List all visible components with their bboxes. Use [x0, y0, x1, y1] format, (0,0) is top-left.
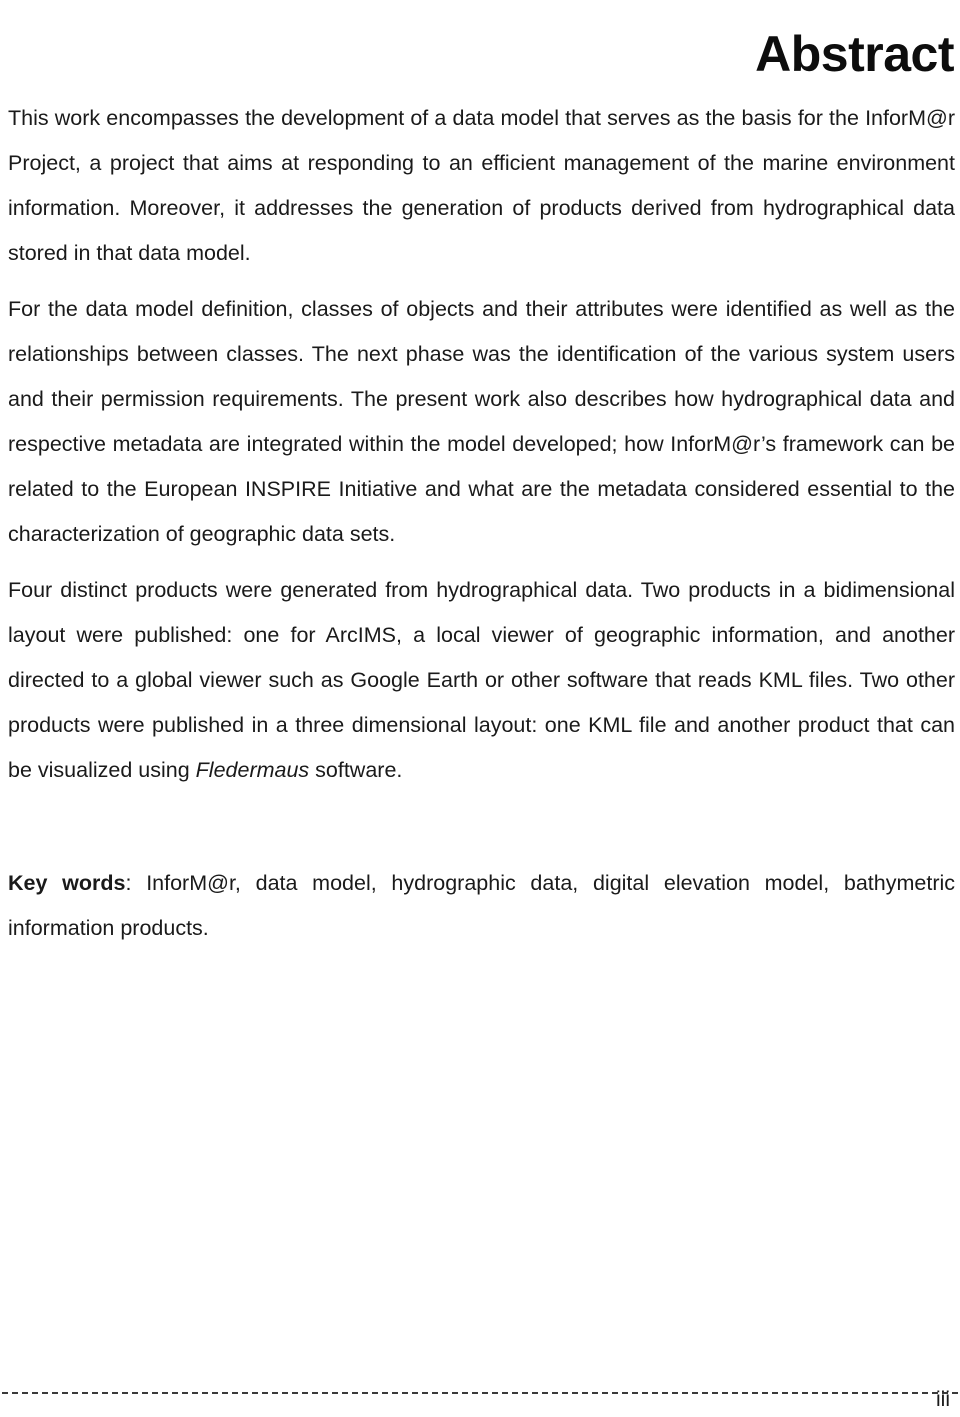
document-page: Abstract This work encompasses the devel… [0, 0, 960, 1417]
keywords-paragraph: Key words: InforM@r, data model, hydrogr… [8, 861, 955, 951]
abstract-body: This work encompasses the development of… [8, 96, 955, 951]
paragraph-3-text-part-2: software. [309, 758, 403, 782]
keywords-label: Key words [8, 871, 126, 895]
software-name-fledermaus: Fledermaus [195, 758, 310, 782]
page-number: iii [936, 1388, 950, 1411]
keywords-separator: : [125, 871, 147, 895]
page-title: Abstract [755, 25, 954, 82]
paragraph-2: For the data model definition, classes o… [8, 297, 955, 546]
paragraph-3: Four distinct products were generated fr… [8, 568, 955, 793]
footer-divider [2, 1392, 958, 1394]
paragraph-1: This work encompasses the development of… [8, 106, 955, 265]
paragraph-3-text-part-1: Four distinct products were generated fr… [8, 578, 955, 782]
keywords-list: InforM@r, data model, hydrographic data,… [8, 871, 956, 940]
